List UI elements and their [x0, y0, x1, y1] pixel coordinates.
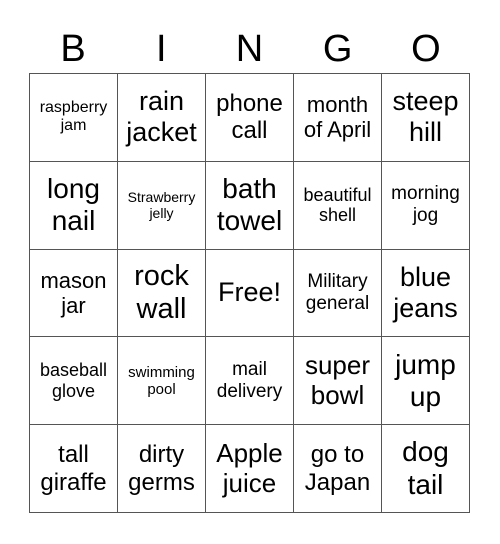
cell-text: bath towel: [216, 173, 283, 237]
bingo-header: B I N G O: [29, 26, 470, 72]
cell-text: steep hill: [392, 86, 459, 148]
bingo-cell[interactable]: raspberry jam: [30, 74, 118, 162]
bingo-cell[interactable]: mail delivery: [206, 337, 294, 426]
header-letter-i: I: [156, 28, 167, 70]
header-letter-b: B: [60, 28, 86, 70]
bingo-cell[interactable]: baseball glove: [30, 337, 118, 426]
cell-text: mason jar: [40, 267, 107, 318]
cell-text: month of April: [303, 92, 372, 143]
bingo-cell[interactable]: swimming pool: [118, 337, 206, 426]
free-space[interactable]: Free!: [206, 249, 294, 338]
cell-text: rain jacket: [126, 86, 197, 148]
bingo-cell[interactable]: bath towel: [206, 161, 294, 250]
bingo-cell[interactable]: tall giraffe: [30, 425, 118, 513]
bingo-cell[interactable]: Apple juice: [206, 425, 294, 513]
bingo-cell[interactable]: jump up: [382, 337, 470, 426]
cell-text: long nail: [47, 173, 100, 237]
cell-text: jump up: [395, 348, 456, 412]
cell-text: raspberry jam: [39, 99, 108, 135]
bingo-cell[interactable]: Strawberry jelly: [118, 161, 206, 250]
bingo-cell[interactable]: dirty germs: [118, 425, 206, 513]
bingo-cell[interactable]: steep hill: [382, 74, 470, 162]
bingo-cell[interactable]: go to Japan: [294, 425, 382, 513]
cell-text: phone call: [216, 89, 283, 145]
cell-text: Apple juice: [216, 437, 283, 498]
header-letter-g: G: [322, 28, 353, 70]
header-letter-o: O: [411, 28, 441, 70]
cell-text: Military general: [305, 271, 370, 314]
cell-text: super bowl: [304, 349, 371, 410]
bingo-cell[interactable]: mason jar: [30, 249, 118, 338]
cell-text: tall giraffe: [40, 441, 107, 496]
cell-text: beautiful shell: [303, 184, 372, 226]
bingo-cell[interactable]: Military general: [294, 249, 382, 338]
bingo-cell[interactable]: super bowl: [294, 337, 382, 426]
cell-text: Free!: [217, 277, 282, 308]
cell-text: dirty germs: [128, 441, 195, 496]
cell-text: baseball glove: [39, 360, 108, 401]
cell-text: dog tail: [402, 436, 449, 500]
cell-text: morning jog: [391, 183, 460, 227]
cell-text: go to Japan: [304, 441, 371, 496]
bingo-cell[interactable]: phone call: [206, 74, 294, 162]
cell-text: mail delivery: [216, 358, 283, 402]
bingo-cell[interactable]: blue jeans: [382, 249, 470, 338]
bingo-cell[interactable]: rain jacket: [118, 74, 206, 162]
bingo-board: raspberry jam rain jacket phone call mon…: [29, 73, 470, 513]
bingo-cell[interactable]: long nail: [30, 161, 118, 250]
cell-text: blue jeans: [393, 261, 458, 323]
bingo-cell[interactable]: dog tail: [382, 425, 470, 513]
cell-text: rock wall: [134, 259, 189, 325]
header-letter-n: N: [235, 28, 264, 70]
bingo-cell[interactable]: beautiful shell: [294, 161, 382, 250]
cell-text: Strawberry jelly: [127, 189, 196, 222]
bingo-cell[interactable]: rock wall: [118, 249, 206, 338]
bingo-cell[interactable]: month of April: [294, 74, 382, 162]
cell-text: swimming pool: [128, 363, 195, 398]
bingo-cell[interactable]: morning jog: [382, 161, 470, 250]
